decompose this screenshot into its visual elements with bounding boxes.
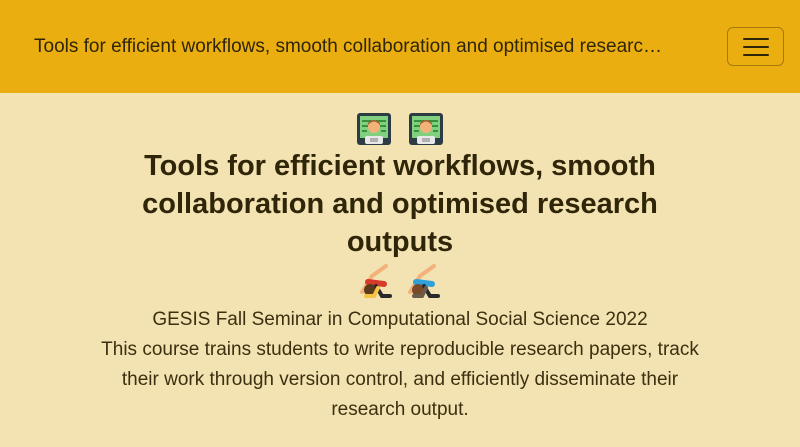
page-title: Tools for efficient workflows, smooth co… — [142, 150, 658, 258]
hero: Tools for efficient workflows, smooth co… — [0, 93, 800, 425]
bottom-emoji-row — [0, 261, 800, 301]
hamburger-icon-line — [742, 45, 769, 48]
cartwheel-icon — [360, 264, 392, 298]
hamburger-icon-line — [742, 53, 769, 56]
hamburger-icon-line — [742, 37, 769, 40]
course-description: This course trains students to write rep… — [101, 339, 699, 420]
navbar: Tools for efficient workflows, smooth co… — [0, 0, 800, 93]
top-emoji-row — [0, 111, 800, 147]
technologist-icon — [357, 113, 391, 145]
navbar-brand[interactable]: Tools for efficient workflows, smooth co… — [34, 36, 704, 58]
technologist-icon — [409, 113, 443, 145]
seminar-subtitle: GESIS Fall Seminar in Computational Soci… — [152, 309, 648, 330]
menu-toggle-button[interactable] — [727, 27, 784, 66]
cartwheel-icon — [408, 264, 440, 298]
